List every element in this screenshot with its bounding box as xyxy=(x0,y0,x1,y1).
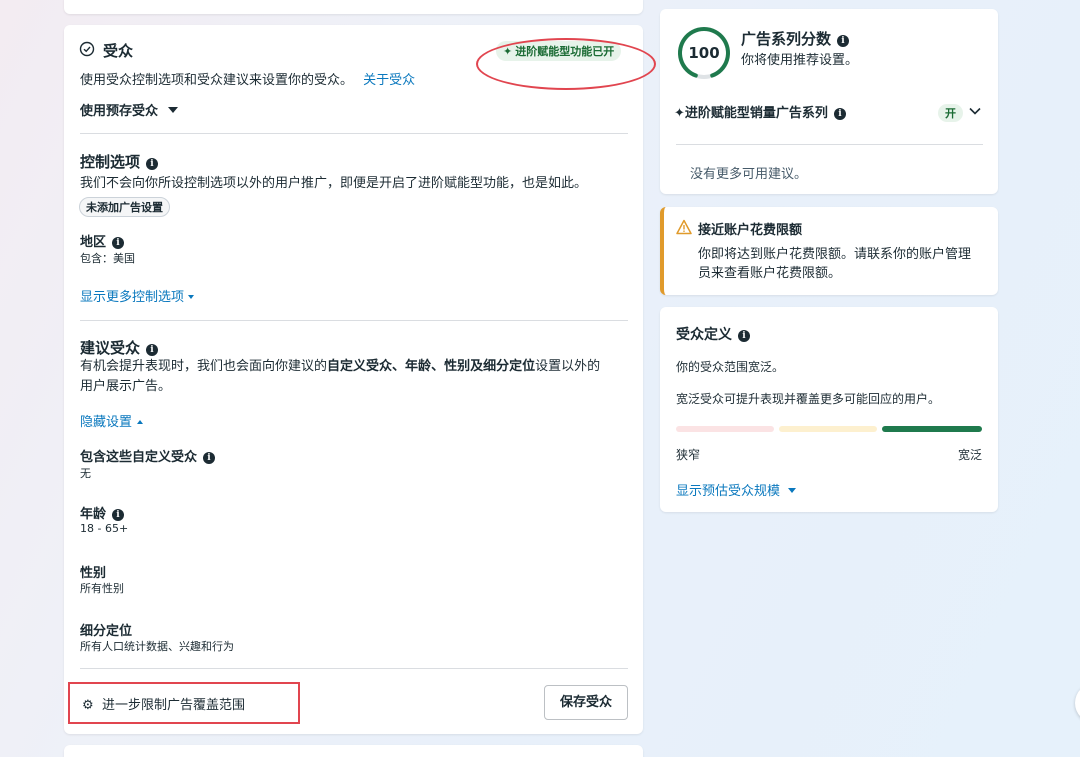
info-icon[interactable]: i xyxy=(203,452,216,464)
info-icon[interactable]: i xyxy=(146,344,159,356)
info-icon[interactable]: i xyxy=(833,108,846,120)
suggestion-desc-age: 年龄 xyxy=(405,359,432,374)
advantage-campaign-row: ✦进阶赋能型销量广告系列 i xyxy=(674,102,846,121)
advantage-campaign-label: 进阶赋能型销量广告系列 xyxy=(684,106,828,121)
previous-card-edge xyxy=(64,0,643,14)
show-estimate-link[interactable]: 显示预估受众规模 xyxy=(676,480,797,499)
suggestion-desc-line2: 用户展示广告。 xyxy=(80,379,172,394)
info-icon[interactable]: i xyxy=(112,237,125,249)
suggestion-description: 有机会提升表现时，我们也会面向你建议的自定义受众、年龄、性别及细分定位设置以外的… xyxy=(80,357,632,397)
narrow-label: 狭窄 xyxy=(676,448,701,462)
campaign-score-card: 100 广告系列分数 i 你将使用推荐设置。 ✦进阶赋能型销量广告系列 i 开 没有… xyxy=(660,9,998,194)
audience-description: 使用受众控制选项和受众建议来设置你的受众。 xyxy=(80,73,354,88)
custom-audience-label: 包含这些自定义受众 xyxy=(80,450,198,465)
warning-title: 接近账户花费限额 xyxy=(698,223,803,238)
score-title-row: 广告系列分数 i xyxy=(741,28,850,49)
caret-up-icon xyxy=(137,420,144,424)
warning-icon xyxy=(676,219,692,235)
age-heading: 年龄 i xyxy=(80,503,125,522)
suggestion-title: 建议受众 xyxy=(80,339,141,357)
check-circle-icon xyxy=(79,41,95,57)
warning-body-line2: 员来查看账户花费限额。 xyxy=(698,266,842,281)
gender-label: 性别 xyxy=(80,566,107,581)
definition-heading: 受众定义 i xyxy=(676,324,750,344)
range-bar-narrow xyxy=(676,426,774,432)
detailed-targeting-value: 所有人口统计数据、兴趣和行为 xyxy=(80,640,234,653)
range-bar-broad xyxy=(882,426,982,432)
suggestion-desc-custom: 自定义受众 xyxy=(327,359,393,374)
location-value: 包含：美国 xyxy=(80,252,135,265)
definition-line2: 宽泛受众可提升表现并覆盖更多可能回应的用户。 xyxy=(676,392,941,406)
controls-title: 控制选项 xyxy=(80,153,141,171)
audience-description-row: 使用受众控制选项和受众建议来设置你的受众。 关于受众 xyxy=(80,69,415,88)
next-card-edge xyxy=(64,745,643,757)
divider xyxy=(80,320,628,321)
suggestion-desc-prefix: 有机会提升表现时，我们也会面向你建议的 xyxy=(80,359,328,374)
divider xyxy=(80,133,628,134)
score-ring: 100 xyxy=(676,25,732,81)
info-icon[interactable]: i xyxy=(112,509,125,521)
score-value: 100 xyxy=(688,44,720,62)
warning-body-line1: 你即将达到账户花费限额。请联系你的账户管理 xyxy=(698,247,972,262)
suggestion-desc-sep: 及 xyxy=(470,359,484,374)
definition-line1: 你的受众范围宽泛。 xyxy=(676,360,785,374)
show-more-controls-label: 显示更多控制选项 xyxy=(80,290,185,305)
no-settings-pill: 未添加广告设置 xyxy=(79,196,170,217)
show-more-controls-link[interactable]: 显示更多控制选项 xyxy=(80,286,195,305)
caret-down-icon xyxy=(788,488,797,493)
custom-audience-value: 无 xyxy=(80,467,91,480)
suggestion-desc-detailed: 细分定位 xyxy=(483,359,536,374)
saved-audience-label: 使用预存受众 xyxy=(80,104,159,119)
hide-settings-label: 隐藏设置 xyxy=(80,415,133,430)
location-label: 地区 xyxy=(80,235,107,250)
suggestion-desc-suffix: 设置以外的 xyxy=(535,359,601,374)
caret-down-icon xyxy=(188,295,195,299)
audience-title: 受众 xyxy=(103,42,134,60)
score-subtitle: 你将使用推荐设置。 xyxy=(741,53,859,68)
save-audience-button[interactable]: 保存受众 xyxy=(544,685,628,720)
show-estimate-label: 显示预估受众规模 xyxy=(676,484,781,499)
definition-title: 受众定义 xyxy=(676,327,732,343)
info-icon[interactable]: i xyxy=(146,158,159,170)
divider xyxy=(80,668,628,669)
score-title: 广告系列分数 xyxy=(741,30,832,48)
controls-description: 我们不会向你所设控制选项以外的用户推广，即便是开启了进阶赋能型功能，也是如此。 xyxy=(80,176,588,191)
no-settings-pill-label: 未添加广告设置 xyxy=(79,197,170,217)
info-icon[interactable]: i xyxy=(738,330,750,342)
suggestion-desc-gender: 性别 xyxy=(444,359,471,374)
chevron-down-icon[interactable] xyxy=(968,103,982,117)
range-bar-medium xyxy=(779,426,877,432)
toggle-on-label: 开 xyxy=(938,104,963,122)
chevron-down-icon xyxy=(168,107,179,113)
detailed-targeting-label: 细分定位 xyxy=(80,624,133,639)
suggestion-desc-sep: 、 xyxy=(392,359,406,374)
no-more-suggestions: 没有更多可用建议。 xyxy=(690,167,808,182)
gender-value: 所有性别 xyxy=(80,582,124,595)
annotation-ellipse xyxy=(476,38,656,90)
suggestion-desc-sep: 、 xyxy=(431,359,445,374)
about-audience-link[interactable]: 关于受众 xyxy=(363,73,415,88)
audience-card: 受众 ✦ 进阶赋能型功能已开 使用受众控制选项和受众建议来设置你的受众。 关于受众… xyxy=(64,25,656,734)
hide-settings-link[interactable]: 隐藏设置 xyxy=(80,411,144,430)
spend-limit-warning-card: 接近账户花费限额 你即将达到账户花费限额。请联系你的账户管理 员来查看账户花费限额… xyxy=(660,207,998,295)
warning-body: 你即将达到账户花费限额。请联系你的账户管理 员来查看账户花费限额。 xyxy=(698,245,971,283)
age-value: 18 - 65+ xyxy=(80,522,129,535)
age-label: 年龄 xyxy=(80,507,107,522)
location-heading: 地区 i xyxy=(80,231,125,250)
annotation-rect xyxy=(68,682,300,724)
custom-audience-heading: 包含这些自定义受众 i xyxy=(80,446,216,465)
controls-heading: 控制选项 i xyxy=(80,151,159,172)
info-icon[interactable]: i xyxy=(837,35,850,47)
advantage-toggle[interactable]: 开 xyxy=(938,102,963,122)
sparkle-icon: ✦ xyxy=(674,106,685,121)
suggestion-heading: 建议受众 i xyxy=(80,337,159,358)
saved-audience-dropdown[interactable]: 使用预存受众 xyxy=(80,100,179,119)
floating-help-button[interactable] xyxy=(1075,683,1080,723)
broad-label: 宽泛 xyxy=(957,448,982,462)
divider xyxy=(676,144,983,145)
audience-definition-card: 受众定义 i 你的受众范围宽泛。 宽泛受众可提升表现并覆盖更多可能回应的用户。 狭… xyxy=(660,307,998,512)
